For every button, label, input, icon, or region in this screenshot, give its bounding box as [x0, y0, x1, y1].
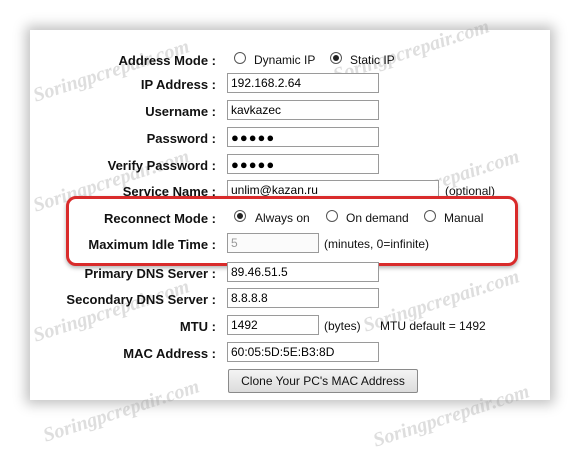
address-mode-row: Address Mode : Dynamic IP Static IP: [0, 49, 582, 73]
on-demand-radio[interactable]: [326, 210, 338, 222]
manual-radio[interactable]: [424, 210, 436, 222]
mtu-row: MTU : 1492 (bytes) MTU default = 1492: [0, 315, 582, 339]
mac-address-row: MAC Address : 60:05:5D:5E:B3:8D: [0, 342, 582, 366]
primary-dns-field[interactable]: 89.46.51.5: [227, 262, 379, 282]
max-idle-time-row: Maximum Idle Time : 5 (minutes, 0=infini…: [0, 233, 582, 257]
reconnect-mode-label: Reconnect Mode :: [104, 211, 216, 226]
primary-dns-label: Primary DNS Server :: [84, 266, 216, 281]
address-mode-label: Address Mode :: [118, 53, 216, 68]
mtu-default-note: MTU default = 1492: [380, 319, 486, 333]
password-label: Password :: [146, 131, 216, 146]
static-ip-label: Static IP: [350, 53, 395, 67]
max-idle-time-note: (minutes, 0=infinite): [324, 237, 430, 251]
verify-password-field[interactable]: ●●●●●: [227, 154, 379, 174]
username-field[interactable]: kavkazec: [227, 100, 379, 120]
ip-address-row: IP Address : 192.168.2.64: [0, 73, 582, 97]
secondary-dns-field[interactable]: 8.8.8.8: [227, 288, 379, 308]
ip-address-label: IP Address :: [140, 77, 216, 92]
primary-dns-row: Primary DNS Server : 89.46.51.5: [0, 262, 582, 286]
dynamic-ip-label: Dynamic IP: [254, 53, 316, 67]
verify-password-row: Verify Password : ●●●●●: [0, 154, 582, 178]
secondary-dns-label: Secondary DNS Server :: [66, 292, 216, 307]
mtu-label: MTU :: [179, 319, 216, 334]
reconnect-mode-row: Reconnect Mode : Always on On demand Man…: [0, 207, 582, 231]
on-demand-label: On demand: [346, 211, 409, 225]
password-row: Password : ●●●●●: [0, 127, 582, 151]
username-row: Username : kavkazec: [0, 100, 582, 124]
mac-address-label: MAC Address :: [123, 346, 216, 361]
dynamic-ip-radio[interactable]: [234, 52, 246, 64]
secondary-dns-row: Secondary DNS Server : 8.8.8.8: [0, 288, 582, 312]
manual-label: Manual: [444, 211, 484, 225]
username-label: Username :: [145, 104, 216, 119]
clone-mac-button[interactable]: Clone Your PC's MAC Address: [228, 369, 418, 393]
static-ip-radio[interactable]: [330, 52, 342, 64]
mtu-field[interactable]: 1492: [227, 315, 319, 335]
verify-password-label: Verify Password :: [107, 158, 216, 173]
always-on-label: Always on: [255, 211, 310, 225]
mtu-unit: (bytes): [324, 319, 361, 333]
password-field[interactable]: ●●●●●: [227, 127, 379, 147]
mac-address-field[interactable]: 60:05:5D:5E:B3:8D: [227, 342, 379, 362]
max-idle-time-label: Maximum Idle Time :: [88, 237, 216, 252]
always-on-radio[interactable]: [234, 210, 246, 222]
ip-address-field[interactable]: 192.168.2.64: [227, 73, 379, 93]
max-idle-time-field[interactable]: 5: [227, 233, 319, 253]
